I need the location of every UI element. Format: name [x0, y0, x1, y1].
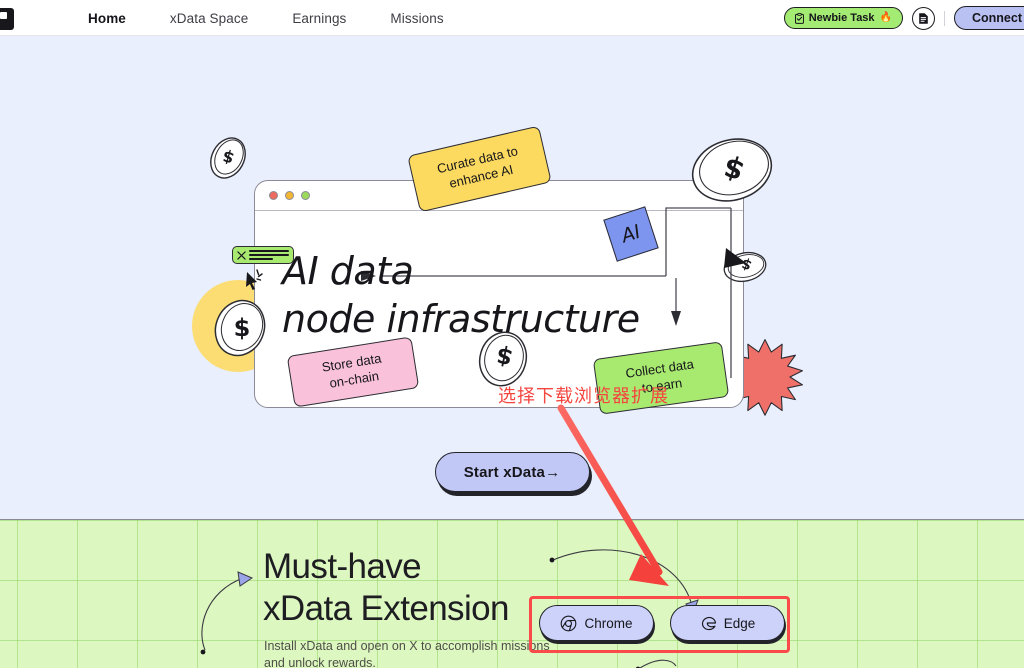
- extension-subtitle: Install xData and open on X to accomplis…: [264, 639, 550, 668]
- navbar-actions: Newbie Task 🔥 Connect: [783, 0, 1024, 36]
- edge-download-button[interactable]: Edge: [670, 605, 785, 641]
- hero-heading: AI data node infrastructure: [282, 249, 640, 341]
- hero-illustration: $ $ $ $ $ AI Curate data to enhance AI S…: [186, 125, 806, 428]
- extension-section: Must-have xData Extension Install xData …: [0, 519, 1024, 668]
- hero-section: $ $ $ $ $ AI Curate data to enhance AI S…: [0, 36, 1024, 519]
- nav-item-missions[interactable]: Missions: [390, 11, 443, 26]
- connect-button[interactable]: Connect: [954, 6, 1024, 30]
- cursor-sparkle-icon: [246, 269, 263, 290]
- nav-links: Home xData Space Earnings Missions: [88, 0, 444, 36]
- chrome-download-button[interactable]: Chrome: [539, 605, 654, 641]
- chrome-label: Chrome: [584, 615, 633, 631]
- edge-icon: [701, 616, 716, 630]
- nav-item-earnings[interactable]: Earnings: [292, 11, 346, 26]
- extension-title: Must-have xData Extension: [263, 547, 509, 628]
- cta-container: Start xData→: [0, 452, 1024, 492]
- newbie-task-label: Newbie Task: [808, 12, 875, 24]
- nav-item-home[interactable]: Home: [88, 11, 126, 26]
- top-navbar: Home xData Space Earnings Missions Newbi…: [0, 0, 1024, 36]
- x-post-badge: [232, 246, 294, 264]
- start-xdata-button[interactable]: Start xData→: [434, 452, 590, 492]
- docs-button[interactable]: [912, 6, 935, 30]
- navbar-divider: [944, 10, 945, 26]
- clipboard-icon: [794, 12, 804, 24]
- nav-item-xdata-space[interactable]: xData Space: [170, 11, 248, 26]
- x-logo-icon: [237, 250, 246, 260]
- chrome-icon: [561, 615, 577, 631]
- annotation-text: 选择下载浏览器扩展: [498, 386, 669, 406]
- fire-icon: 🔥: [879, 12, 892, 23]
- browser-download-buttons: Chrome Edge: [539, 605, 785, 641]
- newbie-task-button[interactable]: Newbie Task 🔥: [783, 7, 903, 29]
- page-root: Home xData Space Earnings Missions Newbi…: [0, 0, 1024, 668]
- x-badge-lines: [249, 250, 289, 260]
- edge-label: Edge: [723, 615, 756, 631]
- xdata-logo[interactable]: [0, 6, 18, 32]
- logo-mark-icon: [0, 8, 14, 30]
- document-icon: [919, 12, 928, 24]
